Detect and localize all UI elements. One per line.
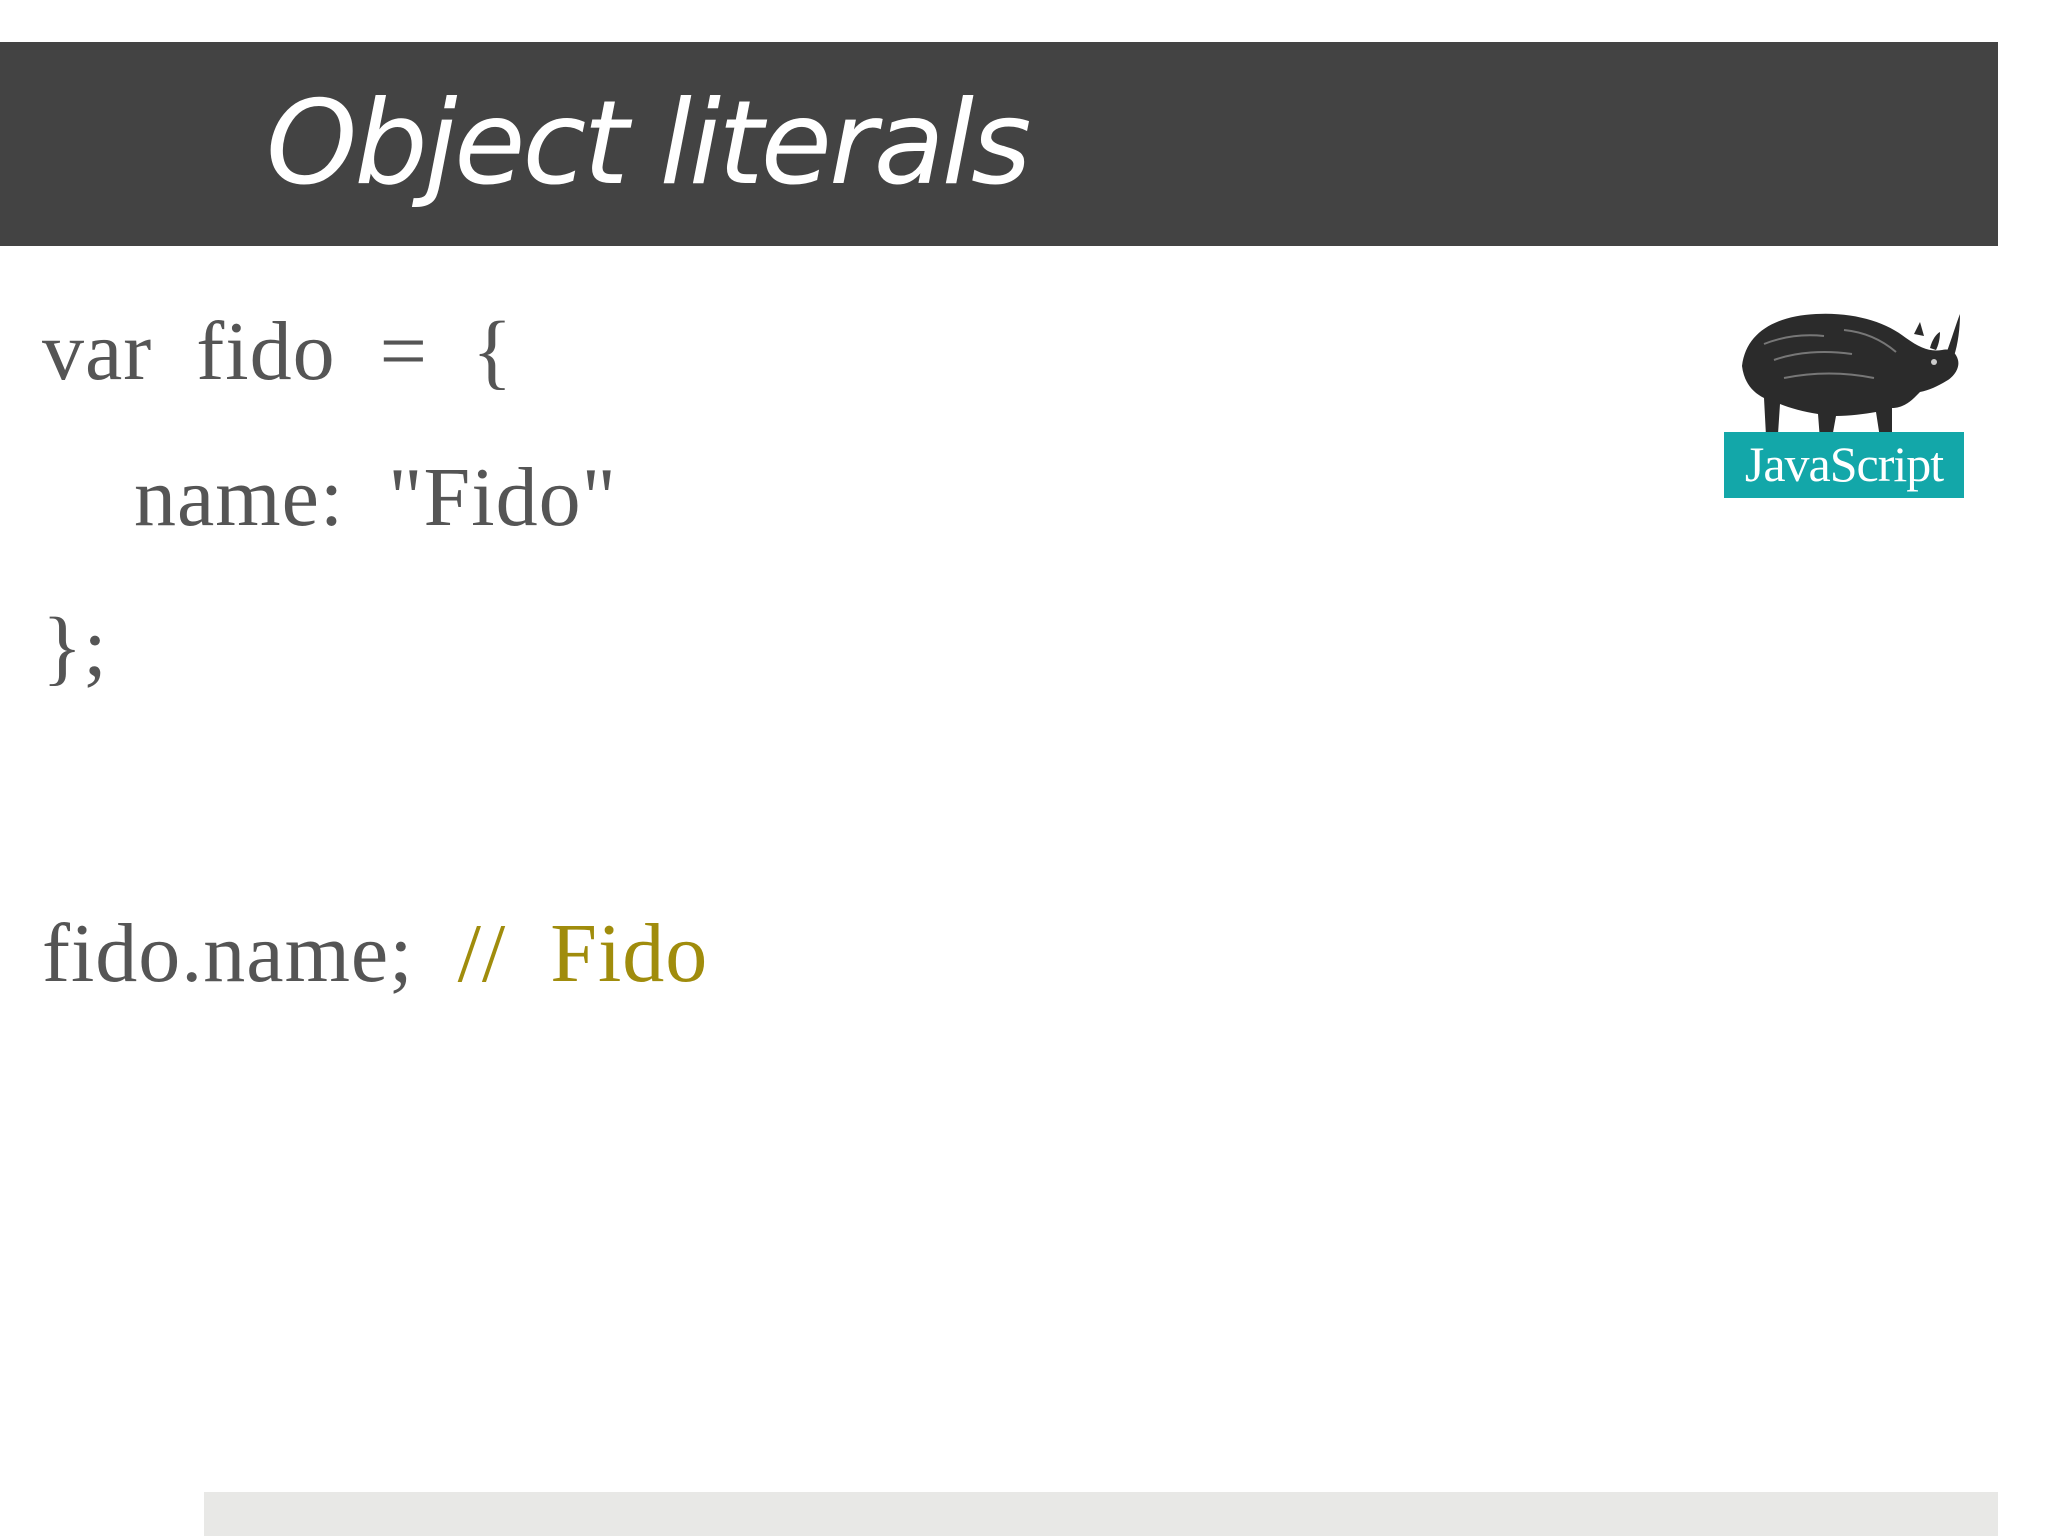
- code-line-2: name: "Fido": [134, 451, 617, 544]
- code-statement: fido.name;: [42, 907, 458, 1000]
- javascript-logo: JavaScript: [1724, 304, 1964, 498]
- code-line-1: var fido = {: [42, 305, 514, 398]
- logo-label: JavaScript: [1744, 436, 1944, 492]
- footer-bar: [204, 1492, 1998, 1536]
- slide-title: Object literals: [266, 76, 1031, 211]
- code-comment: // Fido: [457, 907, 709, 1000]
- slide: Object literals var fido = { name: "Fido…: [0, 0, 2048, 1536]
- code-line-4: fido.name; // Fido: [42, 912, 708, 996]
- rhino-icon: [1742, 313, 1960, 444]
- code-line-3: };: [42, 601, 108, 694]
